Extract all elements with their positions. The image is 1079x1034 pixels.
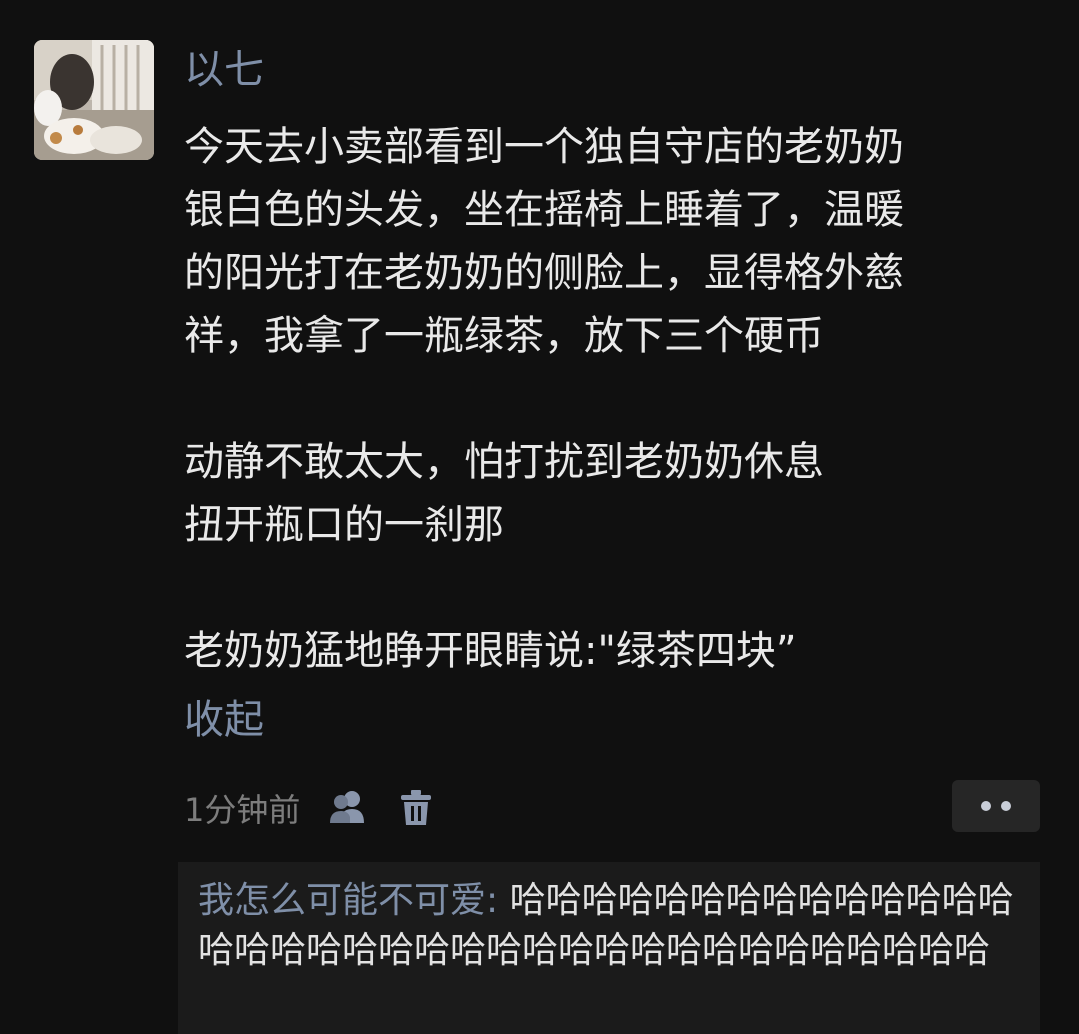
post-paragraph: 今天去小卖部看到一个独自守店的老奶奶 银白色的头发，坐在摇椅上睡着了，温暖 的阳… <box>184 124 904 359</box>
comment-separator: : <box>486 880 510 921</box>
trash-icon[interactable] <box>396 788 436 828</box>
post-content: 今天去小卖部看到一个独自守店的老奶奶 银白色的头发，坐在摇椅上睡着了，温暖 的阳… <box>184 116 1044 683</box>
post-meta-row: 1分钟前 <box>184 780 436 836</box>
more-dots-icon <box>981 801 1011 811</box>
post-author-name[interactable]: 以七 <box>184 42 264 98</box>
more-options-button[interactable] <box>952 780 1040 832</box>
people-icon[interactable] <box>328 788 368 828</box>
avatar-image <box>34 40 154 160</box>
comment-item[interactable]: 我怎么可能不可爱: 哈哈哈哈哈哈哈哈哈哈哈哈哈哈哈哈哈哈哈哈哈哈哈哈哈哈哈哈哈哈… <box>198 876 1028 976</box>
post-paragraph: 老奶奶猛地睁开眼睛说:"绿茶四块” <box>184 628 797 674</box>
post-timestamp: 1分钟前 <box>184 791 301 829</box>
post-paragraph: 动静不敢太大，怕打扰到老奶奶休息 扭开瓶口的一刹那 <box>184 439 824 548</box>
comment-author[interactable]: 我怎么可能不可爱 <box>198 880 486 921</box>
avatar[interactable] <box>34 40 154 160</box>
collapse-link[interactable]: 收起 <box>184 692 264 748</box>
comment-section: 我怎么可能不可爱: 哈哈哈哈哈哈哈哈哈哈哈哈哈哈哈哈哈哈哈哈哈哈哈哈哈哈哈哈哈哈… <box>178 862 1040 1034</box>
